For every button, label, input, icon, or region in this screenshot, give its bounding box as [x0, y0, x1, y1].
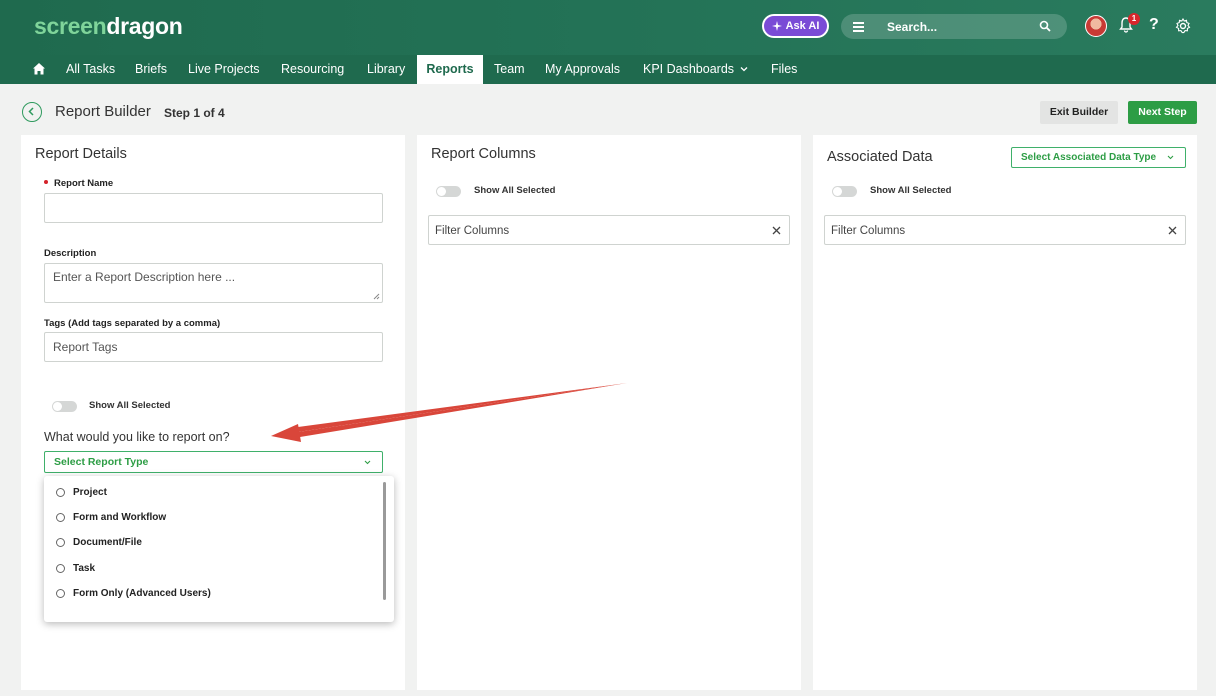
- annotation-arrow: [271, 383, 627, 442]
